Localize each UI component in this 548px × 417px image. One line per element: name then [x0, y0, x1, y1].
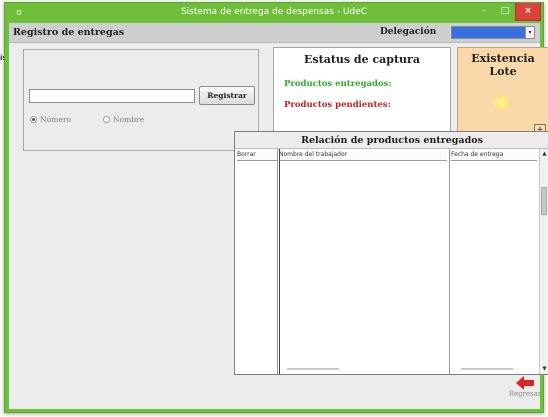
back-button-label: Regresar: [508, 390, 542, 398]
close-button[interactable]: ×: [515, 3, 541, 21]
deliveries-grid[interactable]: Borrar Nombre del trabajador Fecha de en…: [235, 149, 540, 374]
lot-stock-panel: Existencia Lote +: [457, 47, 548, 140]
delegacion-select[interactable]: ▾: [451, 26, 535, 39]
form-header: Registro de entregas Delegación ▾: [9, 23, 540, 43]
scroll-thumb[interactable]: [541, 187, 547, 215]
lot-stock-title: Existencia Lote: [471, 52, 535, 78]
minimize-button[interactable]: –: [473, 3, 495, 21]
partial-row-stub: [287, 368, 339, 370]
column-divider: [449, 149, 450, 374]
radio-dot[interactable]: [103, 116, 110, 123]
delegacion-label: Delegación: [380, 27, 437, 37]
left-arrow-icon[interactable]: [516, 376, 534, 390]
column-header-borrar[interactable]: Borrar: [237, 149, 277, 161]
maximize-button[interactable]: □: [495, 3, 515, 21]
radio-numero[interactable]: Número: [30, 115, 71, 124]
radio-numero-label: Número: [40, 115, 72, 124]
capture-status-panel: Estatus de captura Productos entregados:…: [273, 47, 451, 140]
status-title: Estatus de captura: [304, 53, 420, 66]
app-window: ʊ Sistema de entrega de despensas - UdeC…: [4, 2, 548, 413]
deliveries-table-title: Relación de productos entregados: [235, 132, 548, 149]
scroll-up-icon[interactable]: ▲: [540, 149, 548, 159]
title-bar: ʊ Sistema de entrega de despensas - UdeC…: [5, 3, 543, 23]
column-divider: [279, 149, 280, 374]
partial-row-stub: [461, 368, 513, 370]
vertical-scrollbar[interactable]: ▲ ▼: [539, 149, 548, 374]
employee-search-input[interactable]: [29, 89, 195, 103]
radio-nombre-label: Nombre: [113, 115, 145, 124]
register-button[interactable]: Registrar: [199, 86, 255, 105]
delivered-products-label: Productos entregados:: [284, 79, 392, 89]
radio-dot-selected[interactable]: [30, 116, 37, 123]
window-title: Sistema de entrega de despensas - UdeC: [180, 7, 368, 17]
back-button[interactable]: Regresar: [505, 376, 545, 398]
pending-products-label: Productos pendientes:: [284, 100, 391, 110]
column-header-fecha[interactable]: Fecha de entrega: [451, 149, 537, 161]
form-title: Registro de entregas: [13, 27, 125, 38]
column-header-nombre[interactable]: Nombre del trabajador: [279, 149, 447, 161]
chevron-down-icon[interactable]: ▾: [525, 27, 534, 38]
scroll-down-icon[interactable]: ▼: [540, 364, 548, 374]
column-divider: [277, 149, 278, 374]
deliveries-table-panel: Relación de productos entregados Borrar …: [234, 131, 548, 375]
radio-nombre[interactable]: Nombre: [103, 115, 144, 124]
light-indicator-icon: [494, 95, 509, 110]
